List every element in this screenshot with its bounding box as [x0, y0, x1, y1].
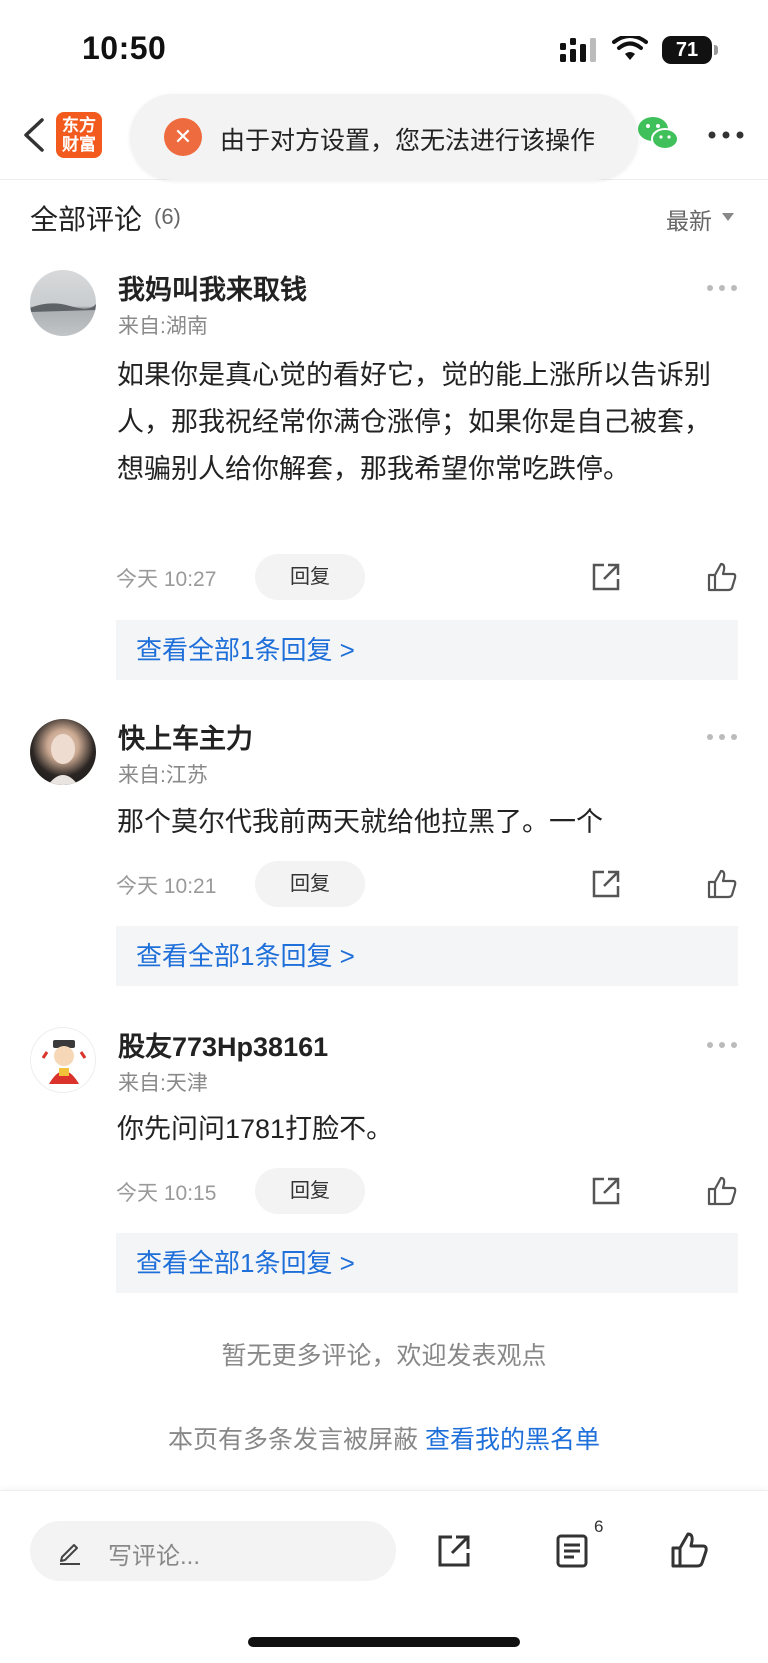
comment-time: 今天 10:21 [116, 875, 217, 898]
blocked-notice: 本页有多条发言被屏蔽 查看我的黑名单 [0, 1420, 768, 1456]
comment-input-placeholder: 写评论... [108, 1543, 201, 1570]
comments-count: (6) [154, 204, 181, 229]
sort-caret-icon[interactable] [722, 213, 734, 221]
username[interactable]: 我妈叫我来取钱 [118, 268, 307, 307]
view-replies-link[interactable]: 查看全部1条回复 > [116, 620, 738, 680]
avatar[interactable] [30, 719, 96, 785]
home-indicator [248, 1637, 520, 1647]
like-icon[interactable] [706, 868, 738, 900]
comment-input[interactable]: 写评论... [30, 1521, 396, 1581]
bottom-action-bar: 写评论... 6 [0, 1490, 768, 1663]
reply-button[interactable]: 回复 [255, 1168, 365, 1214]
more-options-icon[interactable] [706, 128, 746, 142]
comment-text: 如果你是真心觉的看好它，觉的能上涨所以告诉别人，那我祝经常你满仓涨停；如果你是自… [117, 360, 711, 484]
status-time: 10:50 [82, 30, 167, 66]
share-icon[interactable] [590, 868, 622, 900]
username[interactable]: 快上车主力 [118, 717, 253, 756]
share-icon[interactable] [436, 1533, 472, 1569]
error-close-icon: ✕ [164, 118, 202, 156]
app-logo[interactable]: 东方 财富 [56, 112, 102, 158]
view-replies-link[interactable]: 查看全部1条回复 > [116, 926, 738, 986]
battery-level: 71 [675, 39, 699, 61]
error-toast: ✕ 由于对方设置，您无法进行该操作 [130, 94, 638, 180]
blacklist-link[interactable]: 查看我的黑名单 [425, 1426, 600, 1454]
username[interactable]: 股友773Hp38161 [118, 1025, 328, 1064]
comments-title: 全部评论 [30, 204, 143, 235]
origin-label: 来自:湖南 [118, 315, 208, 338]
comment-more-icon[interactable] [706, 1041, 738, 1049]
origin-label: 来自:天津 [118, 1072, 208, 1095]
avatar[interactable] [30, 1027, 96, 1093]
battery-icon: 71 [662, 36, 718, 64]
comment-more-icon[interactable] [706, 284, 738, 292]
wechat-share-icon[interactable] [636, 114, 680, 154]
comment-item: 股友773Hp38161 来自:天津 你先问问1781打脸不。 今天 10:15… [0, 1027, 768, 1297]
comment-time: 今天 10:27 [116, 568, 217, 591]
top-nav-bar: 东方 财富 ✕ 由于对方设置，您无法进行该操作 [0, 92, 768, 180]
no-more-comments: 暂无更多评论，欢迎发表观点 [221, 1342, 547, 1370]
comment-time: 今天 10:15 [116, 1182, 217, 1205]
wifi-icon [612, 36, 648, 60]
comment-more-icon[interactable] [706, 733, 738, 741]
view-replies-link[interactable]: 查看全部1条回复 > [116, 1233, 738, 1293]
blocked-text: 本页有多条发言被屏蔽 [168, 1426, 419, 1454]
status-bar: 10:50 71 [0, 0, 768, 92]
comment-text: 你先问问1781打脸不。 [117, 1114, 394, 1144]
comment-count-badge: 6 [594, 1517, 604, 1536]
pencil-icon [60, 1544, 80, 1565]
comments-header: 全部评论 (6) 最新 [0, 180, 768, 252]
origin-label: 来自:江苏 [118, 764, 208, 787]
comments-list-icon[interactable] [554, 1533, 590, 1569]
avatar[interactable] [30, 270, 96, 336]
like-icon[interactable] [706, 1175, 738, 1207]
reply-button[interactable]: 回复 [255, 554, 365, 600]
like-icon[interactable] [706, 561, 738, 593]
comment-item: 快上车主力 来自:江苏 那个莫尔代我前两天就给他拉黑了。一个 今天 10:21 … [0, 719, 768, 989]
comment-item: 我妈叫我来取钱 来自:湖南 如果你是真心觉的看好它，觉的能上涨所以告诉别人，那我… [0, 268, 768, 680]
toast-message: 由于对方设置，您无法进行该操作 [220, 127, 596, 155]
reply-button[interactable]: 回复 [255, 861, 365, 907]
share-icon[interactable] [590, 561, 622, 593]
like-icon[interactable] [670, 1531, 708, 1569]
sort-dropdown[interactable]: 最新 [666, 202, 712, 236]
share-icon[interactable] [590, 1175, 622, 1207]
comment-text: 那个莫尔代我前两天就给他拉黑了。一个 [117, 807, 603, 837]
back-arrow-icon[interactable] [14, 112, 54, 158]
cellular-signal-icon [560, 38, 596, 62]
